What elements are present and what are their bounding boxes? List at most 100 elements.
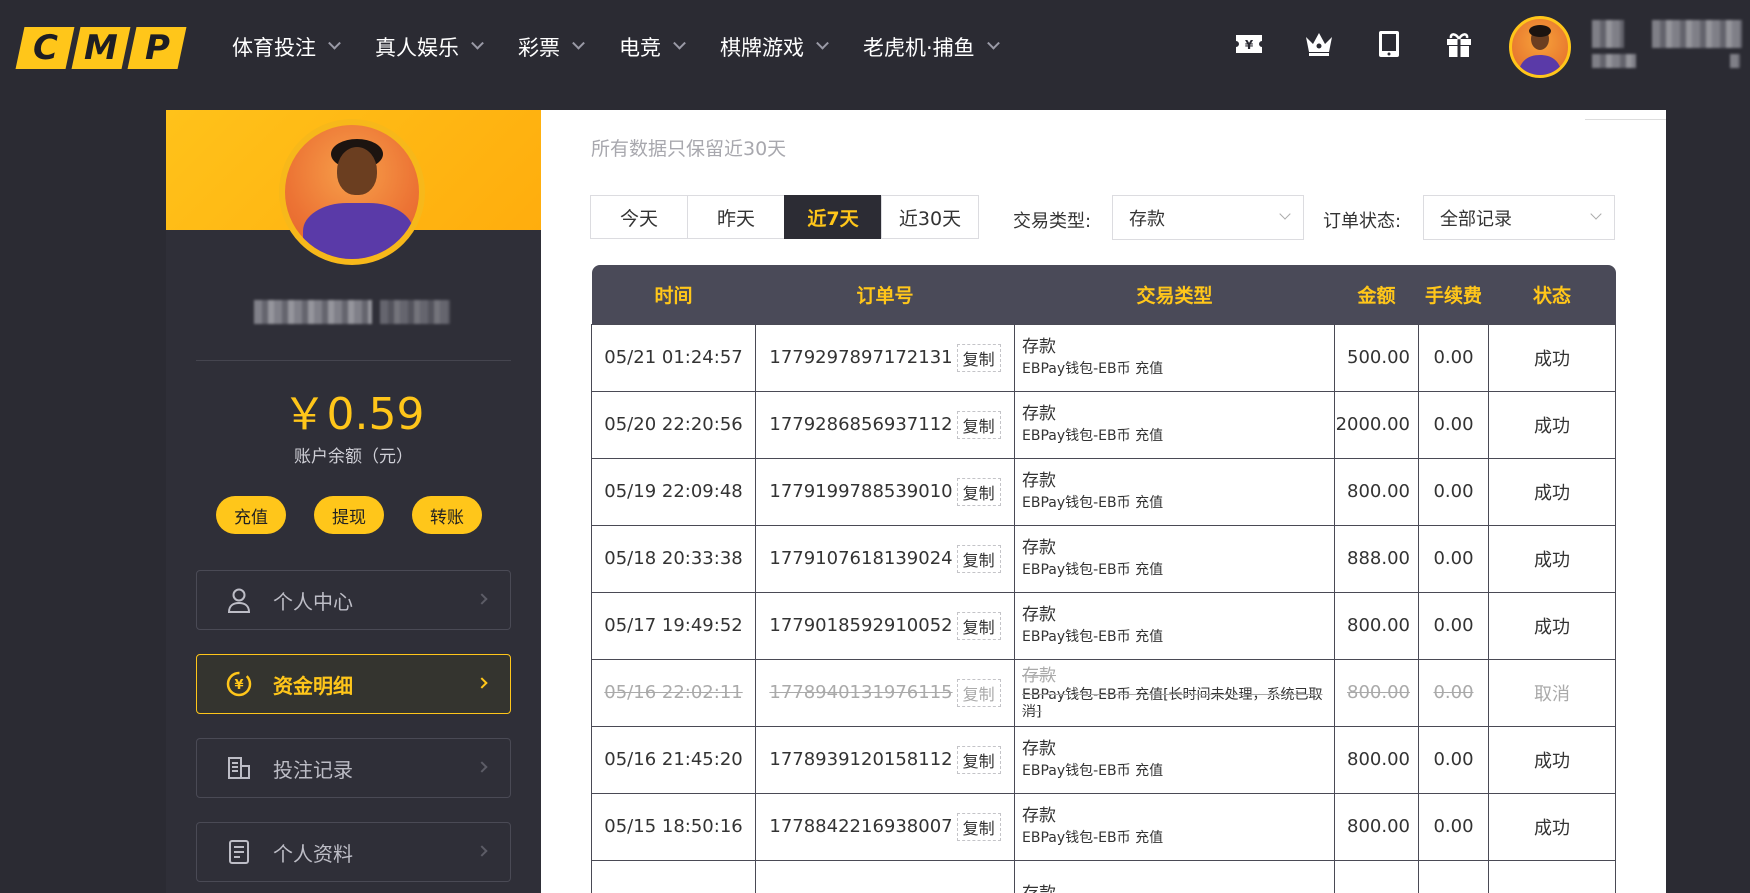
cell-transaction-type: 存款 EBPay钱包-EB币 充值 xyxy=(1014,591,1335,660)
menu-personal-center[interactable]: 个人中心 xyxy=(196,570,511,630)
order-number: 1779286856937112 xyxy=(769,413,953,435)
blur-block xyxy=(1592,20,1624,48)
blur-block xyxy=(380,300,450,324)
type-title: 存款 xyxy=(1022,738,1056,759)
cell-transaction-type: 存款 EBPay钱包-EB币 充值 xyxy=(1014,390,1335,459)
chevron-down-icon xyxy=(986,36,1000,50)
cell-order-no: 1779297897172131 复制 xyxy=(755,323,1015,392)
type-title: 存款 xyxy=(1022,604,1056,625)
sidebar-divider xyxy=(196,360,511,361)
panel-edge-decoration xyxy=(1585,110,1666,120)
gift-icon[interactable] xyxy=(1443,28,1475,60)
profile-doc-icon xyxy=(225,838,253,866)
table-row: 05/19 22:09:48 1779199788539010 复制 存款 EBPay钱… xyxy=(591,457,1616,526)
menu-label: 个人资料 xyxy=(273,841,353,866)
logo-letter-p: P xyxy=(127,27,187,69)
balance-label: 账户余额（元） xyxy=(294,447,413,467)
table-row: 05/16 22:02:11 1778940131976115 复制 存款 EBPay钱… xyxy=(591,658,1616,727)
chevron-right-icon xyxy=(476,761,488,773)
cell-status: 成功 xyxy=(1488,792,1616,861)
cell-status: 取消 xyxy=(1488,658,1616,727)
cell-amount: 800.00 xyxy=(1334,591,1419,660)
cell-time: 05/16 22:02:11 xyxy=(591,658,756,727)
cell-order-no: 1779018592910052 复制 xyxy=(755,591,1015,660)
withdraw-button[interactable]: 提现 xyxy=(314,496,384,534)
cell-fee: 0.00 xyxy=(1418,591,1489,660)
bet-record-icon xyxy=(225,754,253,782)
menu-profile[interactable]: 个人资料 xyxy=(196,822,511,882)
fund-details-panel: 所有数据只保留近30天 今天 昨天 近7天 近30天 交易类型: 存款 订单状态… xyxy=(541,110,1666,893)
type-detail: EBPay钱包-EB币 充值 xyxy=(1022,494,1164,511)
cell-fee: 0.00 xyxy=(1418,725,1489,794)
cell-amount: 800.00 xyxy=(1334,457,1419,526)
deposit-button[interactable]: 充值 xyxy=(216,496,286,534)
cell-order-no xyxy=(755,859,1015,893)
copy-button[interactable]: 复制 xyxy=(956,544,1001,573)
order-number: 1778842216938007 xyxy=(769,815,953,837)
nav-sports[interactable]: 体育投注 xyxy=(232,32,341,62)
copy-button[interactable]: 复制 xyxy=(956,678,1001,707)
tab-today[interactable]: 今天 xyxy=(590,195,688,239)
cmp-logo[interactable]: C M P xyxy=(15,27,187,69)
cell-order-no: 1779199788539010 复制 xyxy=(755,457,1015,526)
cell-status: 成功 xyxy=(1488,524,1616,593)
transaction-type-select[interactable]: 存款 xyxy=(1112,195,1304,240)
cell-fee: 0.00 xyxy=(1418,792,1489,861)
cell-status xyxy=(1488,859,1616,893)
table-row: 存款 xyxy=(591,859,1616,893)
copy-button[interactable]: 复制 xyxy=(956,477,1001,506)
tab-yesterday[interactable]: 昨天 xyxy=(687,195,785,239)
ticket-icon[interactable]: ¥ xyxy=(1233,28,1265,60)
avatar-head xyxy=(337,147,377,195)
cell-transaction-type: 存款 EBPay钱包-EB币 充值 xyxy=(1014,323,1335,392)
cell-status: 成功 xyxy=(1488,591,1616,660)
logo-text-c: C xyxy=(32,28,58,68)
nav-esports[interactable]: 电竞 xyxy=(619,32,686,62)
cell-fee xyxy=(1418,859,1489,893)
cell-status: 成功 xyxy=(1488,457,1616,526)
copy-button[interactable]: 复制 xyxy=(956,343,1001,372)
type-detail: EBPay钱包-EB币 充值 xyxy=(1022,427,1164,444)
select-value: 全部记录 xyxy=(1440,208,1512,230)
copy-button[interactable]: 复制 xyxy=(956,410,1001,439)
retention-note: 所有数据只保留近30天 xyxy=(591,138,787,160)
tab-last-7-days[interactable]: 近7天 xyxy=(784,195,882,239)
tablet-icon[interactable] xyxy=(1373,28,1405,60)
menu-fund-details[interactable]: ¥ 资金明细 xyxy=(196,654,511,714)
order-number: 1778939120158112 xyxy=(769,748,953,770)
order-number: 1779199788539010 xyxy=(769,480,953,502)
type-title: 存款 xyxy=(1022,336,1056,357)
tab-last-30-days[interactable]: 近30天 xyxy=(881,195,979,239)
chevron-down-icon xyxy=(816,36,829,50)
transactions-table: 时间 订单号 交易类型 金额 手续费 状态 05/21 01:24:57 1779… xyxy=(591,265,1616,893)
nav-live-casino[interactable]: 真人娱乐 xyxy=(375,32,484,62)
yen-circle-icon: ¥ xyxy=(225,670,253,698)
date-range-tabs: 今天 昨天 近7天 近30天 xyxy=(590,195,979,239)
select-value: 存款 xyxy=(1129,208,1165,230)
header-username-blurred[interactable] xyxy=(1592,20,1742,72)
cell-amount: 800.00 xyxy=(1334,725,1419,794)
nav-lottery[interactable]: 彩票 xyxy=(518,32,585,62)
chevron-down-icon xyxy=(1279,208,1291,220)
type-title: 存款 xyxy=(1022,470,1056,491)
cell-order-no: 1778939120158112 复制 xyxy=(755,725,1015,794)
copy-button[interactable]: 复制 xyxy=(956,745,1001,774)
order-number: 1779018592910052 xyxy=(769,614,953,636)
order-status-select[interactable]: 全部记录 xyxy=(1423,195,1615,240)
crown-icon[interactable] xyxy=(1303,28,1335,60)
col-header-status: 状态 xyxy=(1532,284,1571,307)
nav-slots-fishing[interactable]: 老虎机·捕鱼 xyxy=(863,32,1000,62)
transfer-button[interactable]: 转账 xyxy=(412,496,482,534)
cell-time: 05/18 20:33:38 xyxy=(591,524,756,593)
nav-card-games[interactable]: 棋牌游戏 xyxy=(720,32,829,62)
blur-block xyxy=(1592,54,1636,68)
order-number: 1779297897172131 xyxy=(769,346,953,368)
logo-text-p: P xyxy=(144,28,170,68)
header-avatar[interactable] xyxy=(1509,16,1571,78)
copy-button[interactable]: 复制 xyxy=(956,812,1001,841)
table-body: 05/21 01:24:57 1779297897172131 复制 存款 EBPay钱… xyxy=(591,323,1616,893)
menu-bet-records[interactable]: 投注记录 xyxy=(196,738,511,798)
cell-status: 成功 xyxy=(1488,323,1616,392)
copy-button[interactable]: 复制 xyxy=(956,611,1001,640)
user-avatar[interactable] xyxy=(279,119,425,265)
